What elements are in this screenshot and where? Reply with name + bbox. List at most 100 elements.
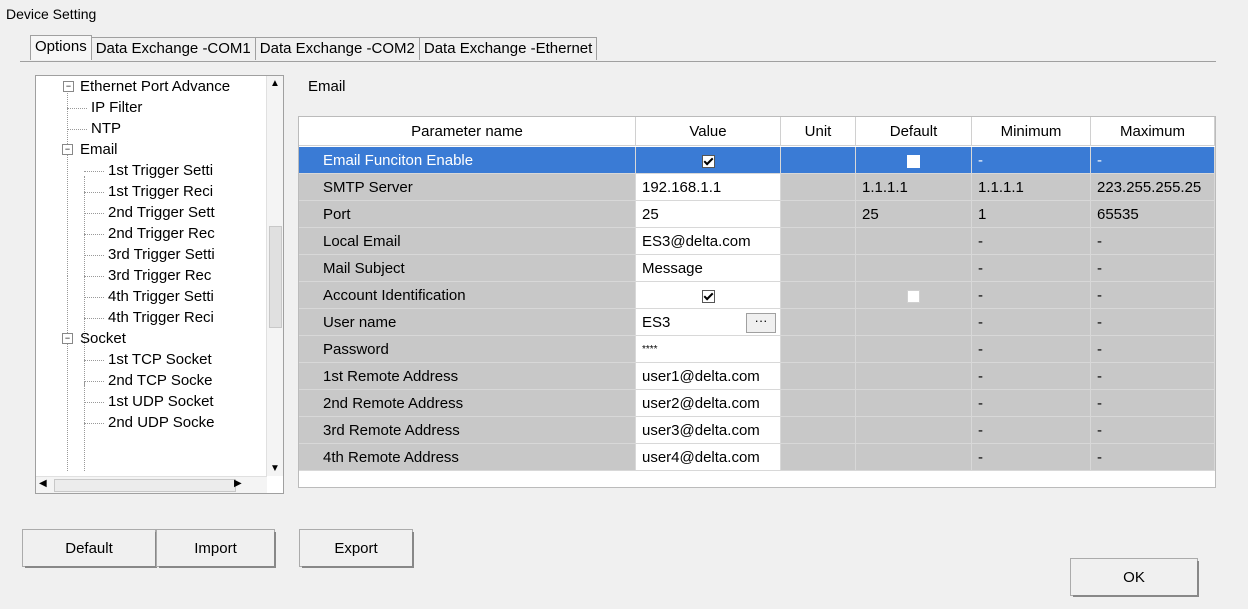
tab-data-exchange-ethernet[interactable]: Data Exchange -Ethernet (418, 37, 598, 60)
table-row[interactable]: 4th Remote Address user4@delta.com - - (299, 444, 1215, 471)
tree-vertical-scrollbar[interactable]: ▲ ▼ (266, 76, 283, 476)
minimum-cell: - (972, 363, 1091, 390)
table-row[interactable]: Mail Subject Message - - (299, 255, 1215, 282)
value-cell[interactable] (636, 282, 781, 309)
value-cell[interactable]: Message (636, 255, 781, 282)
window-title: Device Setting (6, 6, 97, 22)
column-header-parameter-name[interactable]: Parameter name (299, 117, 636, 146)
default-cell (856, 228, 972, 255)
collapse-icon[interactable]: − (62, 144, 73, 155)
table-row[interactable]: Password **** - - (299, 336, 1215, 363)
value-cell[interactable]: user2@delta.com (636, 390, 781, 417)
table-row[interactable]: Account Identification - - (299, 282, 1215, 309)
column-header-maximum[interactable]: Maximum (1091, 117, 1215, 146)
ok-button[interactable]: OK (1070, 558, 1199, 597)
minimum-cell: - (972, 444, 1091, 471)
checkbox[interactable] (701, 154, 715, 168)
grid-header: Parameter name Value Unit Default Minimu… (299, 117, 1215, 146)
tree-item-3rd-trigger-recipient[interactable]: 3rd Trigger Rec (84, 265, 211, 286)
tree-horizontal-scrollbar[interactable]: ◀ ▶ (36, 476, 267, 493)
tree-item-1st-trigger-setting[interactable]: 1st Trigger Setti (84, 160, 214, 181)
value-cell[interactable]: ES3@delta.com (636, 228, 781, 255)
scroll-right-icon[interactable]: ▶ (234, 478, 242, 489)
tree-item-2nd-udp-socket[interactable]: 2nd UDP Socke (84, 412, 214, 433)
unit-cell (781, 363, 856, 390)
value-cell[interactable] (636, 147, 781, 174)
tree-item-1st-udp-socket[interactable]: 1st UDP Socket (84, 391, 214, 412)
value-cell[interactable]: **** (636, 336, 781, 363)
section-title: Email (308, 78, 346, 95)
scroll-thumb[interactable] (54, 479, 236, 492)
collapse-icon[interactable]: − (62, 333, 73, 344)
ellipsis-button[interactable]: ··· (746, 313, 776, 333)
parameter-name: 1st Remote Address (299, 363, 636, 390)
tree-connector (84, 255, 104, 256)
tree-item-2nd-trigger-recipient[interactable]: 2nd Trigger Rec (84, 223, 215, 244)
column-header-unit[interactable]: Unit (781, 117, 856, 146)
scroll-down-icon[interactable]: ▼ (270, 463, 280, 474)
checkbox[interactable] (701, 289, 715, 303)
tree-connector (84, 176, 85, 386)
tree-item-2nd-tcp-socket[interactable]: 2nd TCP Socke (84, 370, 213, 391)
tab-data-exchange-com1[interactable]: Data Exchange -COM1 (90, 37, 256, 60)
table-row[interactable]: 2nd Remote Address user2@delta.com - - (299, 390, 1215, 417)
table-row[interactable]: SMTP Server 192.168.1.1 1.1.1.1 1.1.1.1 … (299, 174, 1215, 201)
export-button[interactable]: Export (299, 529, 414, 568)
minimum-cell: 1.1.1.1 (972, 174, 1091, 201)
tree-connector (84, 381, 85, 471)
default-cell (856, 417, 972, 444)
minimum-cell: - (972, 417, 1091, 444)
column-header-default[interactable]: Default (856, 117, 972, 146)
table-row[interactable]: 3rd Remote Address user3@delta.com - - (299, 417, 1215, 444)
minimum-cell: - (972, 336, 1091, 363)
tree-item-1st-trigger-recipient[interactable]: 1st Trigger Reci (84, 181, 213, 202)
column-header-minimum[interactable]: Minimum (972, 117, 1091, 146)
table-row[interactable]: 1st Remote Address user1@delta.com - - (299, 363, 1215, 390)
tree-item-label: 1st Trigger Setti (108, 162, 214, 179)
table-row[interactable]: Local Email ES3@delta.com - - (299, 228, 1215, 255)
tree-connector (84, 423, 104, 424)
value-cell[interactable]: user4@delta.com (636, 444, 781, 471)
default-button[interactable]: Default (22, 529, 157, 568)
tree-item-label: 2nd TCP Socke (108, 372, 213, 389)
table-row[interactable]: Port 25 25 1 65535 (299, 201, 1215, 228)
unit-cell (781, 228, 856, 255)
tree-item-4th-trigger-setting[interactable]: 4th Trigger Setti (84, 286, 214, 307)
value-cell[interactable]: 192.168.1.1 (636, 174, 781, 201)
table-row[interactable]: Email Funciton Enable - - (299, 147, 1215, 174)
scroll-left-icon[interactable]: ◀ (39, 478, 47, 489)
tree-item-4th-trigger-recipient[interactable]: 4th Trigger Reci (84, 307, 214, 328)
tab-bar: Options Data Exchange -COM1 Data Exchang… (30, 35, 598, 61)
default-cell (856, 255, 972, 282)
parameter-name: Email Funciton Enable (299, 147, 636, 174)
unit-cell (781, 255, 856, 282)
tree-item-1st-tcp-socket[interactable]: 1st TCP Socket (84, 349, 212, 370)
value-cell[interactable]: ES3 ··· (636, 309, 781, 336)
minimum-cell: - (972, 228, 1091, 255)
tree-connector (84, 171, 104, 172)
unit-cell (781, 282, 856, 309)
minimum-cell: 1 (972, 201, 1091, 228)
tree-item-2nd-trigger-setting[interactable]: 2nd Trigger Sett (84, 202, 215, 223)
checkbox (907, 154, 920, 168)
value-cell[interactable]: 25 (636, 201, 781, 228)
scroll-thumb[interactable] (269, 226, 282, 328)
table-row[interactable]: User name ES3 ··· - - (299, 309, 1215, 336)
tab-options[interactable]: Options (30, 35, 92, 60)
parameter-name: 3rd Remote Address (299, 417, 636, 444)
parameter-name: 4th Remote Address (299, 444, 636, 471)
column-header-value[interactable]: Value (636, 117, 781, 146)
tree-item-ntp[interactable]: NTP (67, 118, 121, 139)
tree-item-3rd-trigger-setting[interactable]: 3rd Trigger Setti (84, 244, 215, 265)
scroll-up-icon[interactable]: ▲ (270, 78, 280, 89)
value-cell[interactable]: user1@delta.com (636, 363, 781, 390)
import-button[interactable]: Import (156, 529, 276, 568)
tree-item-ip-filter[interactable]: IP Filter (67, 97, 142, 118)
unit-cell (781, 390, 856, 417)
maximum-cell: - (1091, 363, 1215, 390)
settings-tree[interactable]: − Ethernet Port Advance IP Filter NTP − … (35, 75, 284, 494)
maximum-cell: - (1091, 309, 1215, 336)
value-cell[interactable]: user3@delta.com (636, 417, 781, 444)
tab-data-exchange-com2[interactable]: Data Exchange -COM2 (254, 37, 420, 60)
collapse-icon[interactable]: − (63, 81, 74, 92)
